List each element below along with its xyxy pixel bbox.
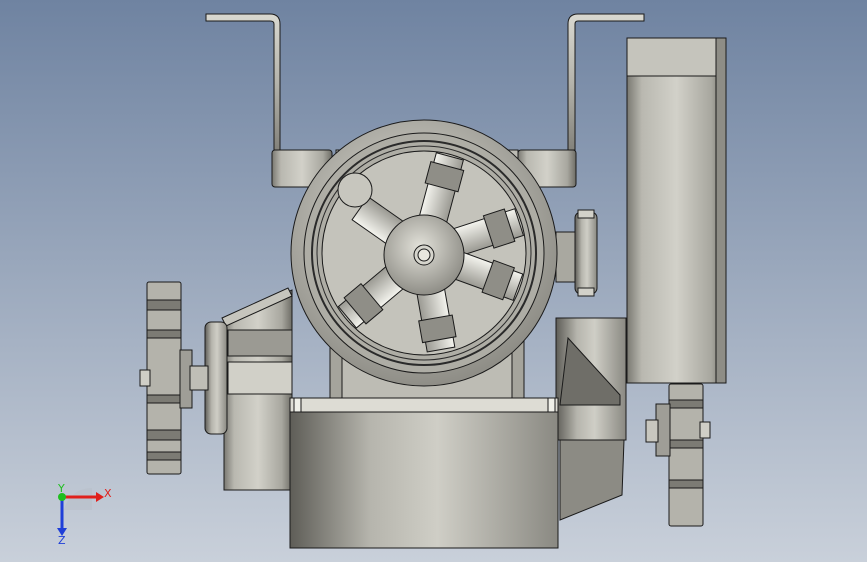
triad-x-label: X xyxy=(104,487,112,500)
triad-y-label: Y xyxy=(57,482,65,495)
motor-housing[interactable] xyxy=(555,317,627,521)
model-canvas[interactable]: X Y Z xyxy=(0,0,867,562)
handwheel-grip-knob[interactable] xyxy=(337,172,373,208)
main-housing[interactable] xyxy=(289,397,559,549)
triad-z-label: Z xyxy=(58,534,66,547)
front-handwheel[interactable] xyxy=(290,119,558,387)
cad-graphics-viewport[interactable]: X Y Z xyxy=(0,0,867,562)
control-box[interactable] xyxy=(626,37,727,384)
